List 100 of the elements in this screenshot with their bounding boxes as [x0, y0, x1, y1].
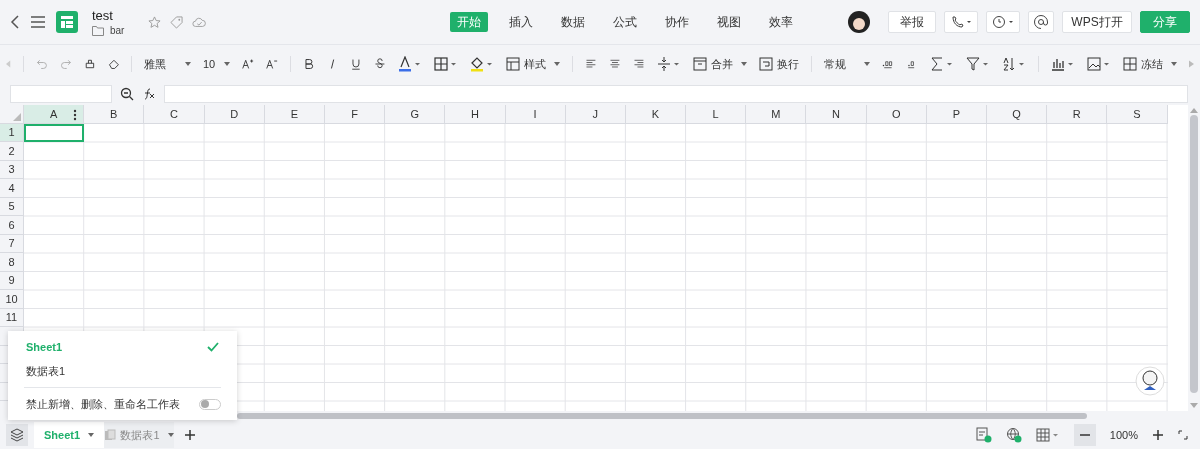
active-cell[interactable] [24, 123, 85, 142]
lock-sheets-label: 禁止新增、删除、重命名工作表 [26, 396, 180, 412]
view-mode-button[interactable] [1035, 428, 1060, 442]
column-header[interactable]: D [204, 105, 265, 124]
style-dropdown[interactable]: 样式 [506, 56, 561, 72]
column-header[interactable]: B [84, 105, 145, 124]
column-header[interactable]: E [264, 105, 325, 124]
font-size-dropdown[interactable]: 10 [202, 58, 231, 70]
column-header[interactable]: S [1107, 105, 1168, 124]
star-icon[interactable] [148, 15, 161, 29]
number-format-dropdown[interactable]: 常规 [823, 56, 871, 72]
column-header[interactable]: K [625, 105, 687, 124]
add-sheet-icon[interactable] [184, 429, 196, 441]
merge-dropdown[interactable]: 合并 [692, 56, 747, 72]
sheets-menu-button[interactable] [6, 424, 28, 446]
align-center-icon[interactable] [608, 57, 621, 71]
format-painter-icon[interactable] [83, 57, 96, 71]
history-button[interactable] [986, 11, 1020, 33]
chart-button[interactable] [1050, 56, 1075, 72]
row-header[interactable]: 4 [0, 179, 24, 198]
image-button[interactable] [1086, 56, 1111, 72]
menu-icon[interactable] [30, 15, 46, 29]
column-header[interactable]: I [505, 105, 566, 124]
align-left-icon[interactable] [585, 57, 597, 71]
column-header[interactable]: P [926, 105, 987, 124]
column-header[interactable]: J [565, 105, 626, 124]
freeze-dropdown[interactable]: 冻结 [1122, 56, 1177, 72]
zoom-out-button[interactable] [1073, 424, 1096, 446]
menu-tab[interactable]: 协作 [658, 12, 696, 32]
column-header[interactable]: R [1047, 105, 1108, 124]
avatar-icon[interactable] [848, 11, 870, 33]
menu-tab[interactable]: 效率 [762, 12, 800, 32]
merge-cells-icon [692, 57, 707, 71]
menu-tab[interactable]: 数据 [554, 12, 592, 32]
column-header[interactable]: H [445, 105, 506, 124]
check-icon [207, 342, 219, 352]
font-dropdown[interactable]: 雅黑 [144, 56, 191, 72]
sheet-name: Sheet1 [26, 341, 63, 353]
column-header[interactable]: O [866, 105, 927, 124]
column-header[interactable]: C [144, 105, 205, 124]
borders-button[interactable] [434, 56, 459, 72]
assistant-mascot-icon[interactable] [1135, 366, 1165, 396]
more-icon[interactable] [73, 109, 78, 121]
open-in-wps-button[interactable]: WPS打开 [1062, 11, 1132, 33]
sort-button[interactable] [1001, 56, 1026, 72]
folder-icon [92, 25, 104, 36]
document-title[interactable]: test [92, 8, 138, 23]
column-header[interactable]: A [24, 105, 85, 124]
row-header[interactable]: 8 [0, 253, 24, 272]
phone-icon [950, 15, 972, 29]
column-header[interactable]: L [686, 105, 747, 124]
eraser-icon[interactable] [107, 57, 120, 71]
fullscreen-icon[interactable] [1178, 430, 1188, 440]
zoom-icon[interactable] [120, 87, 134, 101]
scrollbar-thumb[interactable] [237, 413, 1087, 419]
column-header[interactable]: F [324, 105, 386, 124]
cell-grid[interactable] [24, 123, 1168, 411]
mention-button[interactable] [1028, 11, 1054, 33]
zoom-in-icon[interactable] [1152, 429, 1164, 441]
strikethrough-icon[interactable] [374, 57, 387, 71]
align-right-icon[interactable] [632, 57, 645, 71]
menu-tab[interactable]: 视图 [710, 12, 748, 32]
filter-button[interactable] [965, 56, 990, 72]
menu-tab[interactable]: 公式 [606, 12, 644, 32]
column-header[interactable]: Q [987, 105, 1048, 124]
column-header[interactable]: M [746, 105, 807, 124]
clock-icon [992, 15, 1014, 29]
row-header[interactable]: 6 [0, 216, 24, 235]
column-header[interactable]: N [806, 105, 867, 124]
zoom-level[interactable]: 100% [1109, 429, 1138, 441]
function-icon[interactable] [142, 87, 156, 101]
back-icon[interactable] [10, 15, 20, 29]
decrease-font-icon[interactable] [266, 57, 278, 71]
sheet-menu-item[interactable]: 数据表1 [8, 359, 237, 383]
freeze-panes-icon [1122, 57, 1137, 71]
menu-tab[interactable]: 插入 [502, 12, 540, 32]
increase-font-icon[interactable] [242, 57, 254, 71]
row-header[interactable]: 2 [0, 142, 24, 161]
column-header[interactable]: G [385, 105, 446, 124]
call-button[interactable] [944, 11, 978, 33]
sum-button[interactable] [929, 56, 954, 72]
wrap-text-icon [758, 57, 773, 71]
sheet-icon [104, 429, 117, 441]
font-color-button[interactable] [398, 56, 423, 72]
spreadsheet-logo-icon [56, 11, 78, 33]
folder-name[interactable]: bar [110, 25, 125, 36]
at-sign-icon [1034, 15, 1048, 29]
row-header[interactable]: 10 [0, 290, 24, 309]
vertical-align-button[interactable] [656, 56, 681, 72]
fill-color-button[interactable] [470, 56, 495, 72]
sheet-check-icon[interactable] [975, 427, 992, 443]
scrollbar-thumb[interactable] [1190, 115, 1198, 393]
formula-field[interactable] [164, 85, 1188, 103]
wrap-text-button[interactable]: 换行 [758, 56, 799, 72]
bold-icon[interactable] [302, 57, 315, 71]
globe-check-icon[interactable] [1005, 427, 1022, 443]
cell-name-field[interactable] [10, 85, 112, 103]
underline-icon[interactable] [350, 57, 363, 71]
table-style-icon [506, 57, 521, 71]
report-button[interactable]: 举报 [888, 11, 936, 33]
